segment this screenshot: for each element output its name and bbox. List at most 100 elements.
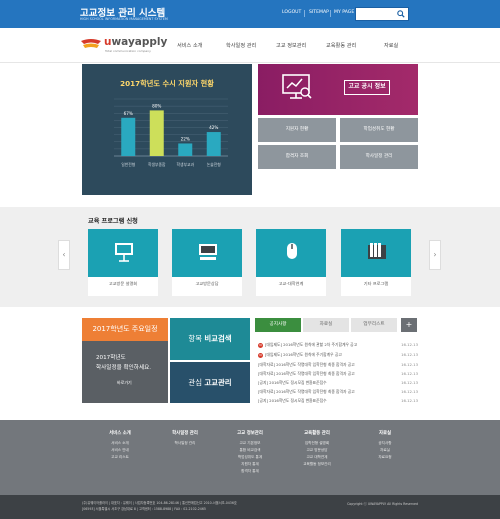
- new-badge-icon: N: [258, 342, 263, 348]
- computer-icon: [199, 244, 217, 260]
- search-icon[interactable]: [397, 10, 405, 18]
- edu-card-label: 기타 프로그램: [363, 281, 389, 286]
- footer-link[interactable]: 학업성취도 통계: [230, 454, 270, 461]
- chart-value-label: 67%: [124, 111, 133, 116]
- edu-card-image: [256, 229, 326, 277]
- footer-col-heading[interactable]: 학사일정 관리: [165, 430, 205, 436]
- chart-category-label: 학생부종합: [148, 162, 166, 167]
- edu-card-consulting[interactable]: 고교방문상담: [172, 229, 242, 296]
- footer-link[interactable]: 학사일정 관리: [165, 440, 205, 447]
- schedule-panel: 2017학년도 주요일정 2017학년도 학사일정을 확인하세요. 바로가기: [82, 318, 168, 403]
- footer-link[interactable]: 고교 기본정보: [230, 440, 270, 447]
- tile-admitted-search[interactable]: 합격자 조회: [258, 145, 336, 169]
- mypage-link[interactable]: MY PAGE: [334, 10, 354, 15]
- site-subtitle: HIGH SCHOOL INFORMATION MANAGEMENT SYSTE…: [80, 17, 168, 21]
- chart-category-label: 논술전형: [207, 162, 221, 167]
- news-item[interactable]: N [대입제도] 2016학년도 원칙에 관할 2차 주기합계우 공고 16.12.…: [258, 342, 418, 351]
- top-link-separator: [304, 10, 305, 17]
- tile-schedule-manage[interactable]: 학사일정 관리: [340, 145, 418, 169]
- brand-mark-icon: [81, 39, 101, 48]
- prev-arrow-button[interactable]: ‹: [58, 240, 70, 270]
- news-item[interactable]: [공지] 2016학년도 정시모집 변환표준점수 16.12.13: [258, 380, 418, 389]
- footer-link[interactable]: 서비스 안내: [100, 447, 140, 454]
- footer-link[interactable]: 통합 비교검색: [230, 447, 270, 454]
- edu-card-image: [341, 229, 411, 277]
- interest-school-button[interactable]: 관심 고교관리: [170, 362, 250, 403]
- schedule-text-line1: 2017학년도: [96, 355, 126, 361]
- tab-worklist[interactable]: 업무리스트: [351, 318, 397, 332]
- footer-link[interactable]: 서비스 소개: [100, 440, 140, 447]
- folder-icon: [368, 243, 386, 259]
- nav-education[interactable]: 교육활동 관리: [326, 42, 356, 49]
- news-item[interactable]: N [대입제도] 2016학년도 원칙에 주기합계우 공고 16.12.13: [258, 352, 418, 361]
- brand-name: uwayapply: [104, 36, 168, 48]
- presentation-icon: [115, 243, 133, 262]
- footer-link[interactable]: 고교 방문상담: [295, 447, 339, 454]
- chart-bar: [121, 117, 136, 156]
- search-input[interactable]: [356, 8, 396, 20]
- news-item[interactable]: [대학자료] 2016학년도 작명대학 입학전형 최종 합격자 공고 16.12.…: [258, 389, 418, 398]
- tab-archive[interactable]: 자료실: [303, 318, 349, 332]
- footer-link[interactable]: 교육활동 정보관리: [295, 461, 339, 468]
- chart-category-label: 학생부교과: [177, 162, 195, 167]
- chart-bar: [178, 143, 193, 156]
- edu-card-briefing[interactable]: 고교방문 설명회: [88, 229, 158, 296]
- edu-card-label: 고교-대학연계: [278, 281, 304, 286]
- footer-col-heading[interactable]: 자료실: [365, 430, 405, 436]
- chart-monitor-icon: [282, 74, 312, 99]
- nav-service-intro[interactable]: 서비스 소개: [177, 42, 203, 49]
- footer-link[interactable]: 고교 리스트: [100, 454, 140, 461]
- company-address: (주)유웨이어플라이 | 대표자 : 유웨이 | 사업자등록번호 104-86-…: [82, 501, 237, 505]
- edu-card-other[interactable]: 기타 프로그램: [341, 229, 411, 296]
- footer-link[interactable]: 공지사항: [365, 440, 405, 447]
- tile-applicant-status[interactable]: 지원자 현황: [258, 118, 336, 142]
- footer-col-archive: 자료실 공지사항 자료실 자료요청: [365, 430, 405, 461]
- new-badge-icon: N: [258, 352, 263, 358]
- applicant-chart-panel: 2017학년도 수시 지원자 현황 67% 일반전형 80% 학생부종합 22% 학생부교…: [82, 64, 252, 195]
- schedule-more-link[interactable]: 바로가기: [117, 380, 132, 386]
- schedule-text-line2: 학사일정을 확인하세요.: [96, 365, 152, 371]
- chart-bar: [206, 132, 221, 156]
- footer-link[interactable]: 지원자 통계: [230, 461, 270, 468]
- sitemap-link[interactable]: SITEMAP: [309, 10, 329, 15]
- footer-col-heading[interactable]: 교육활동 관리: [295, 430, 339, 436]
- footer-col-service: 서비스 소개 서비스 소개 서비스 안내 고교 리스트: [100, 430, 140, 461]
- footer-col-heading[interactable]: 고교 정보관리: [230, 430, 270, 436]
- news-item[interactable]: [공지] 2016학년도 정시모집 변환표준점수 16.12.13: [258, 398, 418, 407]
- brand-logo[interactable]: uwayapply Total communication company: [80, 36, 167, 56]
- news-item[interactable]: [대학자료] 2016학년도 작명대학 입학전형 최종 합격자 공고 16.12.…: [258, 362, 418, 371]
- header-divider: [0, 62, 500, 63]
- gov-info-button[interactable]: 고교 공시 정보: [344, 80, 390, 95]
- footer-bottom-bar: (주)유웨이어플라이 | 대표자 : 유웨이 | 사업자등록번호 104-86-…: [0, 495, 500, 519]
- tab-notice[interactable]: 공지사항: [255, 318, 301, 332]
- footer-link[interactable]: 고교 대학연계: [295, 454, 339, 461]
- footer-link[interactable]: 입학전형 설명회: [295, 440, 339, 447]
- footer-link[interactable]: 자료요청: [365, 454, 405, 461]
- gov-info-banner[interactable]: 고교 공시 정보: [258, 64, 418, 115]
- edu-card-linkage[interactable]: 고교-대학연계: [256, 229, 326, 296]
- tile-achievement-status[interactable]: 학업성취도 현황: [340, 118, 418, 142]
- footer-col-heading[interactable]: 서비스 소개: [100, 430, 140, 436]
- logout-link[interactable]: LOGOUT: [282, 10, 301, 15]
- chart-value-label: 22%: [181, 136, 190, 141]
- compare-search-button[interactable]: 항목 비교검색: [170, 318, 250, 360]
- chart-category-label: 일반전형: [121, 162, 135, 167]
- more-plus-button[interactable]: +: [401, 318, 417, 332]
- next-arrow-button[interactable]: ›: [429, 240, 441, 270]
- board-tabs: 공지사항 자료실 업무리스트 +: [255, 318, 417, 332]
- applicant-bar-chart: 67% 일반전형 80% 학생부종합 22% 학생부교과 42% 논술전형: [114, 98, 228, 167]
- footer-link[interactable]: 합격자 통계: [230, 468, 270, 475]
- copyright-text: Copyright ⓒ UWAYAPPLY All Rights Reserve…: [347, 502, 418, 506]
- schedule-title: 2017학년도 주요일정: [82, 318, 168, 341]
- news-item[interactable]: [대학자료] 2016학년도 작명대학 입학전형 최종 합격자 공고 16.12.…: [258, 371, 418, 380]
- footer-col-school-info: 고교 정보관리 고교 기본정보 통합 비교검색 학업성취도 통계 지원자 통계 …: [230, 430, 270, 475]
- nav-schedule[interactable]: 학사일정 관리: [226, 42, 256, 49]
- company-contact: [06593] 서울특별시 서초구 강남대로 8 | 고객센터 : 1588-8…: [82, 507, 206, 511]
- nav-archive[interactable]: 자료실: [384, 42, 398, 49]
- chart-value-label: 80%: [152, 103, 161, 108]
- education-title: 교육 프로그램 신청: [88, 218, 138, 225]
- footer-link[interactable]: 자료실: [365, 447, 405, 454]
- nav-school-info[interactable]: 고교 정보관리: [276, 42, 306, 49]
- chart-bar: [149, 110, 164, 156]
- footer-col-education: 교육활동 관리 입학전형 설명회 고교 방문상담 고교 대학연계 교육활동 정보…: [295, 430, 339, 468]
